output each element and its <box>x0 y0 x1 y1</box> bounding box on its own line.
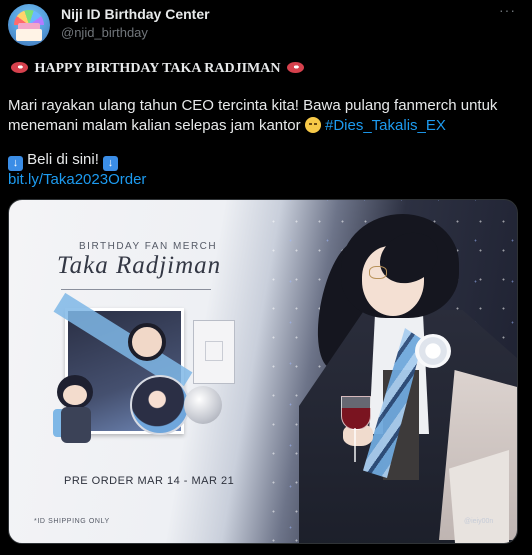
down-arrow-icon: ↓ <box>8 156 23 171</box>
character-face <box>128 323 166 361</box>
chibi-acrylic-stand <box>47 375 105 447</box>
merch-subtitle: BIRTHDAY FAN MERCH <box>79 241 218 252</box>
heading-text: HAPPY BIRTHDAY TAKA RADJIMAN <box>34 61 281 76</box>
card-frame <box>205 341 223 361</box>
pocket-mirror <box>184 386 222 424</box>
shipping-note: *ID SHIPPING ONLY <box>34 518 110 525</box>
title-underline <box>61 289 211 290</box>
preorder-dates: PRE ORDER MAR 14 - MAR 21 <box>64 475 235 487</box>
meat-on-bone-icon <box>11 62 28 73</box>
relieved-face-icon <box>304 117 321 133</box>
display-name[interactable]: Niji ID Birthday Center <box>61 6 210 22</box>
white-rose <box>415 334 451 368</box>
tweet-heading: HAPPY BIRTHDAY TAKA RADJIMAN <box>8 61 307 77</box>
hashtag-link[interactable]: #Dies_Takalis_EX <box>325 117 446 134</box>
wine-glass <box>341 396 371 430</box>
monocle <box>369 266 387 279</box>
pin-badge <box>130 375 190 435</box>
user-handle[interactable]: @njid_birthday <box>61 25 148 40</box>
cta-text: Beli di sini! <box>27 151 99 168</box>
artist-watermark: @ieiy00n <box>464 518 494 525</box>
chibi-body <box>61 407 91 443</box>
order-link[interactable]: bit.ly/Taka2023Order <box>8 171 146 188</box>
merch-title: Taka Radjiman <box>57 252 222 279</box>
character-illustration <box>299 200 517 543</box>
wine-glass-stem <box>354 428 356 462</box>
down-arrow-icon: ↓ <box>103 156 119 171</box>
cake-icon <box>16 29 42 41</box>
meat-on-bone-icon <box>286 62 304 73</box>
avatar[interactable] <box>8 4 50 46</box>
tweet-media-image[interactable]: BIRTHDAY FAN MERCH Taka Radjiman PRE ORD… <box>8 199 518 544</box>
blank-card <box>193 320 235 384</box>
chibi-face <box>63 385 87 405</box>
tweet-body: Mari rayakan ulang tahun CEO tercinta ki… <box>8 96 518 136</box>
more-dots-icon[interactable]: ··· <box>499 2 516 18</box>
cta-line: ↓ Beli di sini! ↓ <box>8 151 119 171</box>
